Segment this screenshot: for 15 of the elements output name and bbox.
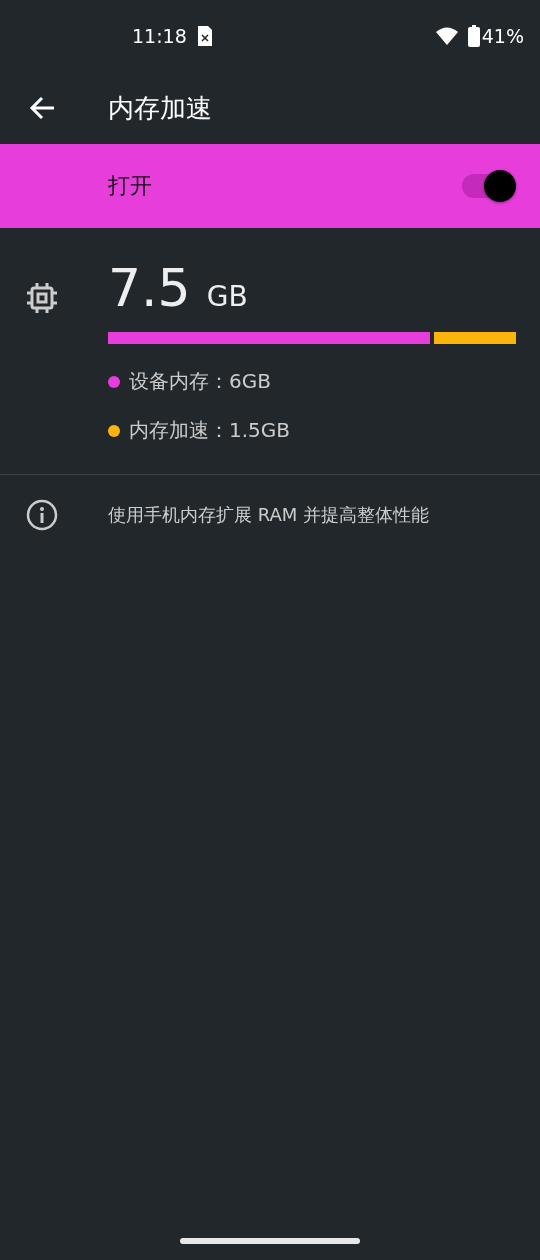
memory-total: 7.5 — [108, 258, 191, 318]
battery-percent: 41% — [481, 25, 524, 47]
switch-label: 打开 — [108, 172, 153, 200]
sim-card-icon — [196, 25, 213, 47]
battery-icon — [467, 25, 480, 47]
chip-icon — [26, 282, 58, 314]
page-title: 内存加速 — [108, 91, 212, 125]
info-icon — [26, 499, 58, 531]
status-time: 11:18 — [132, 25, 187, 47]
wifi-icon — [435, 27, 458, 45]
back-arrow-icon[interactable] — [29, 96, 55, 120]
memory-unit: GB — [206, 280, 248, 313]
legend-label: 内存加速：1.5GB — [129, 417, 291, 444]
info-text: 使用手机内存扩展 RAM 并提高整体性能 — [108, 503, 430, 527]
legend-label: 设备内存：6GB — [129, 368, 271, 395]
